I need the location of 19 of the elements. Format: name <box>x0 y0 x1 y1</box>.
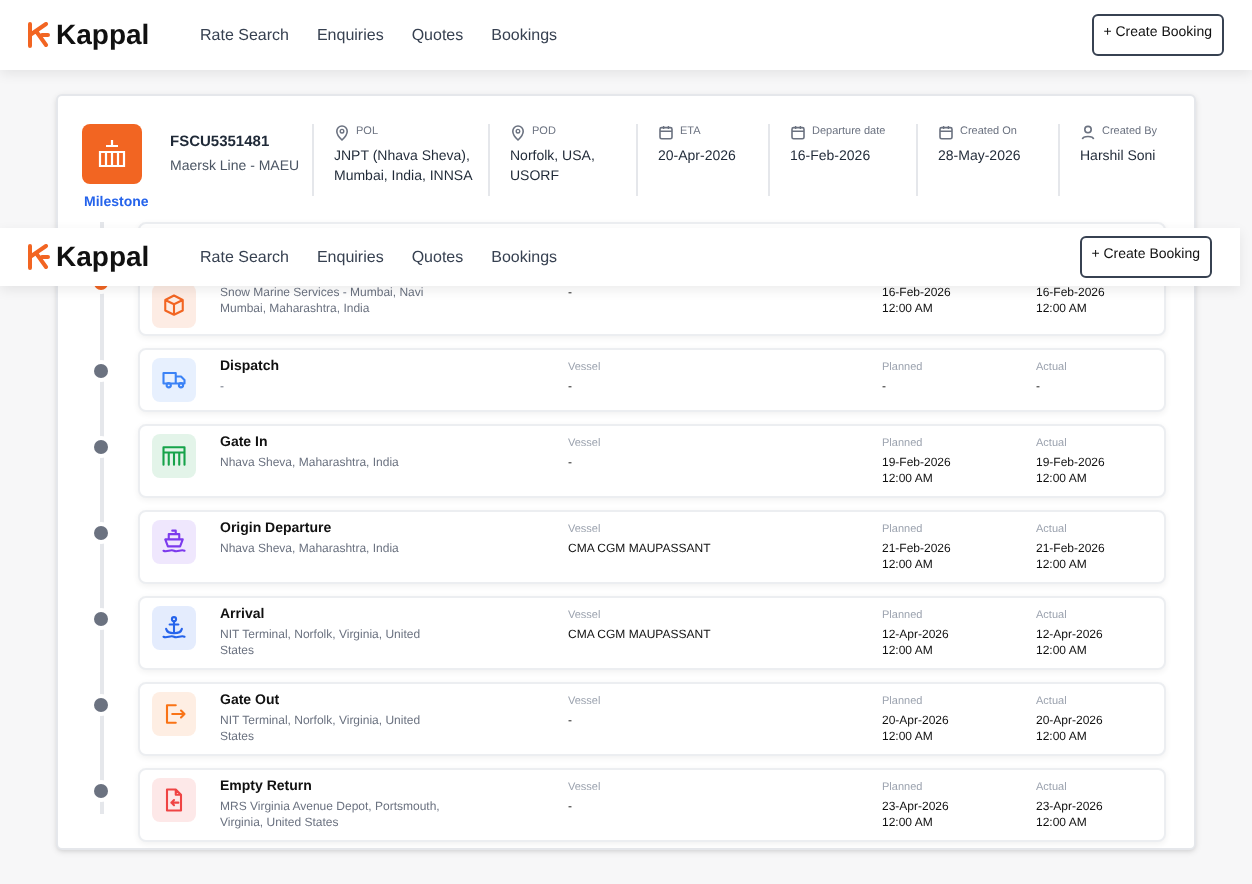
nav-link[interactable]: Quotes <box>411 245 464 269</box>
calendar-icon <box>790 124 806 142</box>
calendar-icon <box>658 124 674 142</box>
nav-link[interactable]: Rate Search <box>200 23 289 47</box>
nav-link[interactable]: Quotes <box>411 23 464 47</box>
logo-icon <box>28 22 50 48</box>
nav-link[interactable]: Rate Search <box>200 245 289 269</box>
container-icon <box>82 124 142 184</box>
nav-link[interactable]: Enquiries <box>316 23 384 47</box>
user-icon <box>1080 124 1096 142</box>
logo-icon <box>28 244 50 270</box>
brand-name: Kappal <box>56 16 150 54</box>
location-pin-icon <box>510 124 526 142</box>
nav-link[interactable]: Enquiries <box>316 245 384 269</box>
location-pin-icon <box>334 124 350 142</box>
nav-link[interactable]: Bookings <box>491 23 558 47</box>
calendar-icon <box>938 124 954 142</box>
nav-link[interactable]: Bookings <box>491 245 558 269</box>
brand-name: Kappal <box>56 238 150 276</box>
